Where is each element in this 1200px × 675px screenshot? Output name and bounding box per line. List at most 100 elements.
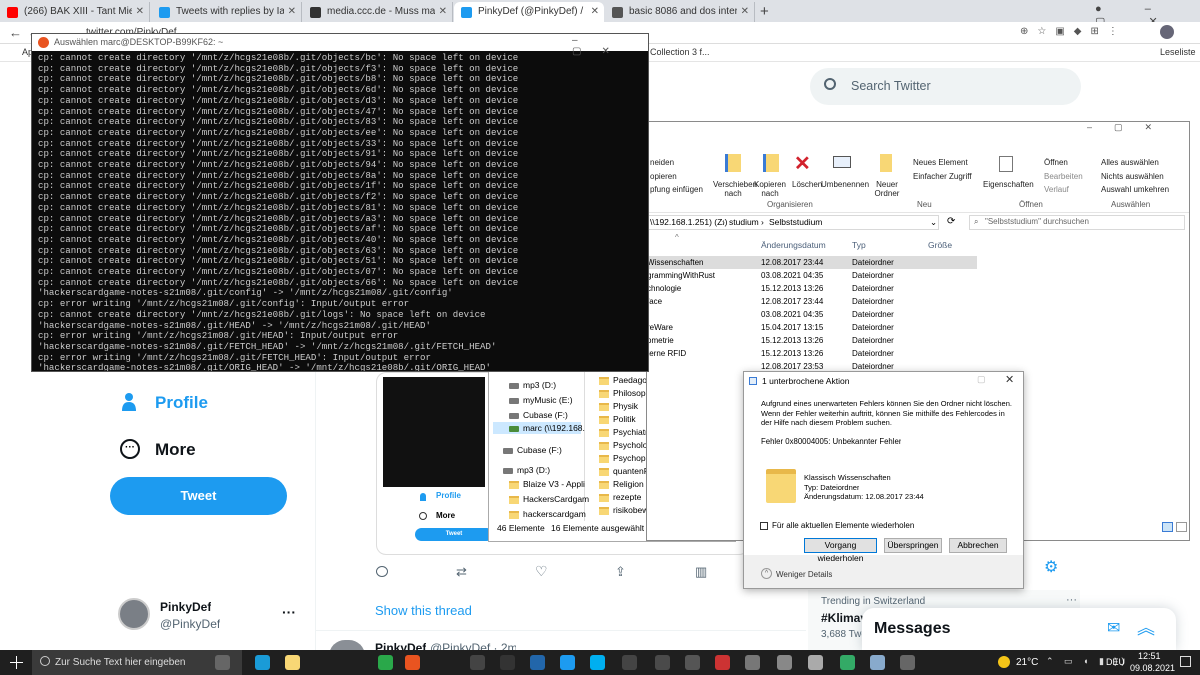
nav-item[interactable]: hackerscardgam — [509, 508, 586, 520]
details-toggle-label[interactable]: Weniger Details — [776, 570, 832, 579]
app-icon[interactable] — [900, 655, 915, 670]
file-row[interactable]: ometrie 15.12.2013 13:26 Dateiordner — [647, 334, 977, 347]
app-icon[interactable] — [715, 655, 730, 670]
ribbon-properties[interactable]: Eigenschaften — [983, 180, 1034, 189]
file-row[interactable]: Wissenschaften 12.08.2017 23:44 Dateiordne… — [647, 256, 977, 269]
chrome-icon[interactable] — [378, 655, 393, 670]
col-date[interactable]: Änderungsdatum — [761, 240, 826, 250]
browser-tab[interactable]: basic 8086 and dos interrupts the ✕ — [605, 2, 755, 22]
ribbon-move-to[interactable]: Verschieben nach — [713, 180, 757, 198]
explorer-path-bar[interactable]: \\192.168.1.251) (Z:) › studium › Selbst… — [647, 215, 939, 230]
path-studium[interactable]: studium — [729, 216, 759, 229]
repeat-checkbox[interactable] — [760, 522, 768, 530]
account-more-icon[interactable]: ··· — [282, 604, 296, 620]
app-icon[interactable] — [840, 655, 855, 670]
col-type[interactable]: Typ — [852, 240, 866, 250]
expand-icon[interactable]: ︽ — [1137, 614, 1155, 640]
taskbar-temp[interactable]: 21°C — [1016, 657, 1038, 668]
ribbon-paste-shortcut[interactable]: pfung einfügen — [650, 185, 703, 194]
app-icon[interactable] — [622, 655, 637, 670]
cancel-button[interactable]: Abbrechen — [949, 538, 1007, 553]
nav-item[interactable]: Cubase (F:) — [503, 444, 562, 456]
taskbar-lang[interactable]: DEU — [1106, 657, 1125, 667]
explorer-window-controls[interactable]: –▢✕ — [1087, 122, 1174, 133]
ribbon-edit[interactable]: Bearbeiten — [1044, 172, 1083, 181]
tab-close-icon[interactable]: ✕ — [439, 2, 447, 22]
app-icon[interactable] — [808, 655, 823, 670]
app-icon[interactable] — [560, 655, 575, 670]
skype-icon[interactable] — [590, 655, 605, 670]
file-row[interactable]: terne RFID 15.12.2013 13:26 Dateiordner — [647, 347, 977, 360]
new-message-icon[interactable]: ✉ — [1107, 618, 1120, 638]
view-tiles-icon[interactable] — [1176, 522, 1187, 532]
nav-item[interactable]: Cubase (F:) — [509, 409, 568, 421]
browser-tab[interactable]: PinkyDef (@PinkyDef) / Twitter ✕ — [454, 2, 604, 22]
like-icon[interactable]: ♡ — [535, 563, 548, 580]
nav-item[interactable]: marc (\\192.168. — [493, 422, 585, 434]
refresh-icon[interactable]: ⟳ — [947, 216, 955, 227]
view-details-icon[interactable] — [1162, 522, 1173, 532]
file-row[interactable]: chnologie 15.12.2013 13:26 Dateiordner — [647, 282, 977, 295]
ribbon-easy-access[interactable]: Einfacher Zugriff — [913, 172, 972, 181]
ribbon-invert-selection[interactable]: Auswahl umkehren — [1101, 185, 1169, 194]
ribbon-open[interactable]: Öffnen — [1044, 158, 1068, 167]
settings-gear-icon[interactable]: ⚙ — [1044, 557, 1058, 577]
file-row[interactable]: 03.08.2021 04:35 Dateiordner — [647, 308, 977, 321]
list-item[interactable]: Religion — [599, 478, 644, 490]
explorer-search-field[interactable]: ⌕ "Selbststudium" durchsuchen — [969, 215, 1185, 230]
new-tab-button[interactable]: + — [760, 3, 769, 20]
taskbar-date[interactable]: 09.08.2021 — [1130, 663, 1175, 673]
retry-button[interactable]: Vorgang wiederholen — [804, 538, 877, 563]
ribbon-select-all[interactable]: Alles auswählen — [1101, 158, 1159, 167]
ribbon-copy[interactable]: opieren — [650, 172, 677, 181]
path-selbststudium[interactable]: Selbststudium — [769, 216, 822, 229]
tweet-button[interactable]: Tweet — [110, 477, 287, 515]
account-switcher[interactable]: PinkyDef @PinkyDef ··· — [118, 598, 303, 634]
back-icon[interactable]: ← — [9, 25, 22, 40]
path-dropdown-icon[interactable]: ⌄ — [930, 216, 937, 229]
app-icon[interactable] — [777, 655, 792, 670]
nav-item[interactable]: mp3 (D:) — [503, 464, 550, 476]
trend-more-icon[interactable]: ··· — [1066, 594, 1077, 606]
task-view-icon[interactable] — [215, 655, 230, 670]
file-row[interactable]: reWare 15.04.2017 13:15 Dateiordner — [647, 321, 977, 334]
edge-icon[interactable] — [255, 655, 270, 670]
app-icon[interactable] — [685, 655, 700, 670]
browser-tab[interactable]: media.ccc.de - Muss man sich vo ✕ — [303, 2, 453, 22]
show-thread-link[interactable]: Show this thread — [375, 603, 472, 618]
reading-list[interactable]: Leseliste — [1160, 47, 1196, 57]
analytics-icon[interactable]: ▥ — [695, 564, 707, 580]
skip-button[interactable]: Überspringen — [884, 538, 942, 553]
ribbon-select-none[interactable]: Nichts auswählen — [1101, 172, 1164, 181]
terminal-window[interactable]: Auswählen marc@DESKTOP-B99KF62: ~ –▢✕ cp… — [31, 33, 649, 372]
share-icon[interactable]: ⇪ — [615, 564, 626, 580]
browser-tab[interactable]: (266) BAK XIII - Tant Mieux ! - You ✕ — [0, 2, 150, 22]
app-icon[interactable] — [870, 655, 885, 670]
start-icon[interactable] — [10, 656, 23, 669]
path-root[interactable]: \\192.168.1.251) (Z:) — [650, 216, 728, 229]
retweet-icon[interactable]: ⇄ — [456, 564, 467, 580]
col-size[interactable]: Größe — [928, 240, 952, 250]
ribbon-history[interactable]: Verlauf — [1044, 185, 1069, 194]
dialog-close-icon[interactable]: ✕ — [1005, 373, 1014, 386]
tab-close-icon[interactable]: ✕ — [591, 2, 599, 22]
nav-item[interactable]: mp3 (D:) — [509, 379, 556, 391]
list-item[interactable]: Physik — [599, 400, 638, 412]
messages-drawer[interactable]: Messages ✉ ︽ — [862, 608, 1176, 650]
nav-item[interactable]: Blaize V3 - Appli — [509, 478, 585, 490]
ribbon-copy-to[interactable]: Kopieren nach — [753, 180, 787, 198]
tab-close-icon[interactable]: ✕ — [741, 2, 749, 22]
ribbon-rename[interactable]: Umbenennen — [821, 180, 869, 189]
list-item[interactable]: Politik — [599, 413, 636, 425]
file-row[interactable]: grammingWithRust 03.08.2021 04:35 Dateiord… — [647, 269, 977, 282]
list-item[interactable]: rezepte — [599, 491, 641, 503]
avatar[interactable] — [1160, 25, 1174, 39]
app-icon[interactable] — [530, 655, 545, 670]
app-icon[interactable] — [500, 655, 515, 670]
ribbon-new-item[interactable]: Neues Element — [913, 158, 968, 167]
browser-tab[interactable]: Tweets with replies by Ian Murdoc ✕ — [152, 2, 302, 22]
tab-close-icon[interactable]: ✕ — [136, 2, 144, 22]
ribbon-cut[interactable]: neiden — [650, 158, 674, 167]
app-icon[interactable] — [470, 655, 485, 670]
taskbar-time[interactable]: 12:51 — [1138, 651, 1161, 661]
